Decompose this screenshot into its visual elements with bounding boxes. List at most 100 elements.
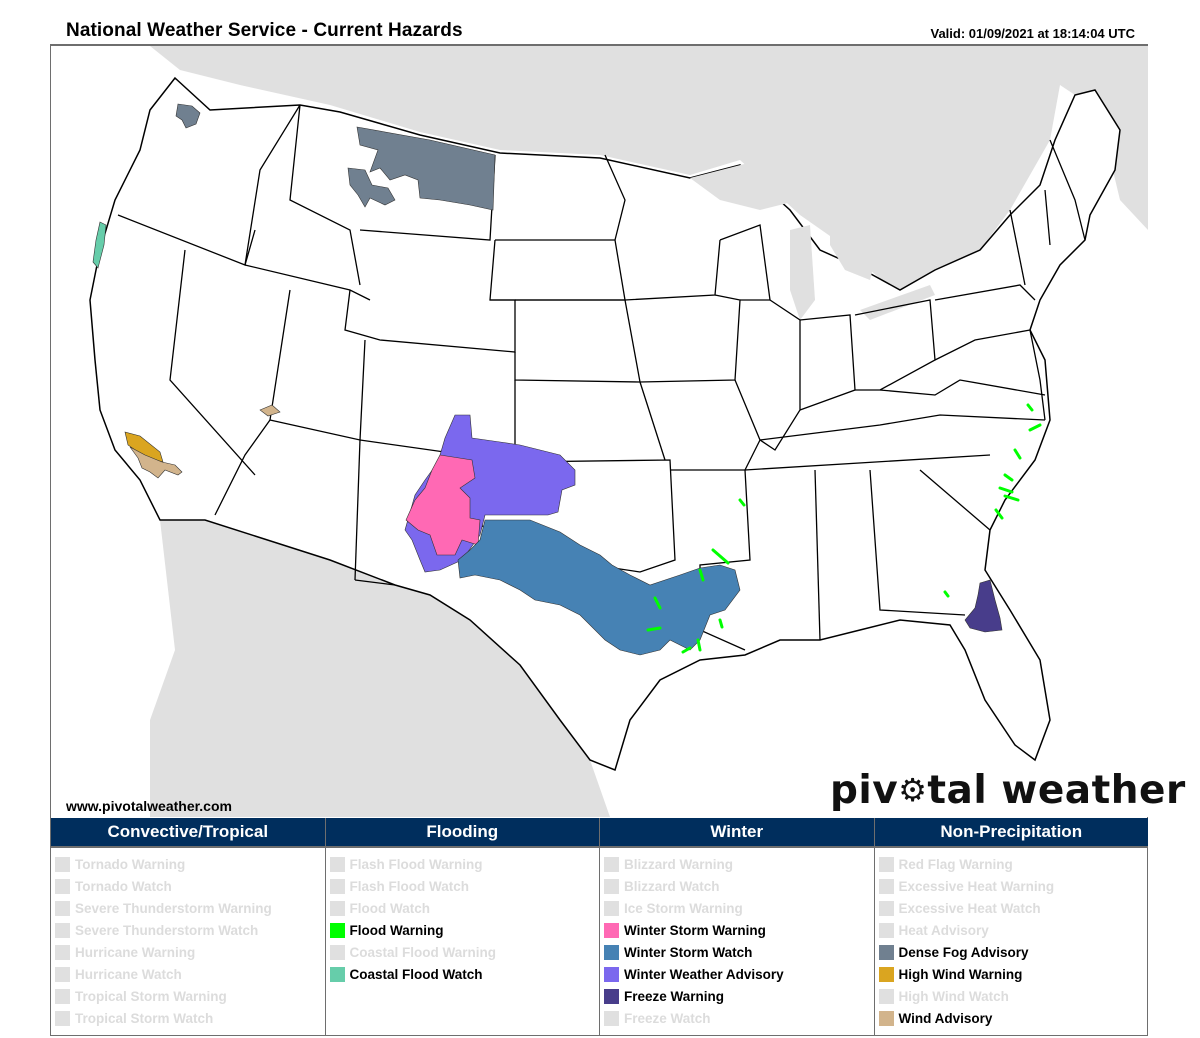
legend-swatch [55,878,70,894]
legend-label: Flood Warning [349,922,444,938]
legend-swatch [55,856,70,872]
legend-label: Flash Flood Watch [349,878,470,894]
legend-item[interactable]: Tornado Warning [55,853,325,875]
legend-swatch [55,922,70,938]
legend-label: Freeze Watch [624,1010,711,1026]
legend-item[interactable]: Severe Thunderstorm Watch [55,919,325,941]
legend-item[interactable]: High Wind Watch [878,985,1149,1007]
page-title: National Weather Service - Current Hazar… [66,20,463,41]
legend-swatch [604,988,619,1004]
valid-time: Valid: 01/09/2021 at 18:14:04 UTC [930,26,1135,41]
legend-swatch [55,988,70,1004]
legend-column-winter: Winter Blizzard Warning Blizzard Watch Ice… [599,818,874,1036]
legend-swatch [329,900,345,916]
legend-header: Non-Precipitation [874,818,1148,848]
legend-header: Winter [600,818,874,848]
legend-item[interactable]: Freeze Watch [604,1007,874,1029]
legend-swatch [55,966,70,982]
legend-swatch [604,966,619,982]
legend-item[interactable]: Winter Weather Advisory [604,963,874,985]
legend-list: Blizzard Warning Blizzard Watch Ice Storm … [600,848,874,1029]
legend-swatch [55,1010,70,1026]
pivotal-weather-logo: piv⚙tal weather [830,768,1186,813]
legend-label: Tornado Warning [75,856,186,872]
legend-header: Convective/Tropical [51,818,325,848]
legend-item[interactable]: High Wind Warning [878,963,1149,985]
legend-label: Wind Advisory [898,1010,993,1026]
legend-swatch [604,1010,619,1026]
legend-swatch [878,856,894,872]
legend-label: Winter Storm Warning [624,922,766,938]
site-url[interactable]: www.pivotalweather.com [66,798,232,814]
legend-swatch [55,900,70,916]
legend-swatch [878,966,894,982]
legend-item[interactable]: Hurricane Watch [55,963,325,985]
legend-item[interactable]: Coastal Flood Watch [329,963,600,985]
legend-swatch [878,922,894,938]
hazard-map[interactable] [51,46,1148,817]
legend-swatch [604,878,619,894]
legend-item[interactable]: Excessive Heat Warning [878,875,1149,897]
legend-item[interactable]: Freeze Warning [604,985,874,1007]
legend-swatch [604,900,619,916]
legend-item[interactable]: Flash Flood Watch [329,875,600,897]
legend-item[interactable]: Ice Storm Warning [604,897,874,919]
legend-item[interactable]: Hurricane Warning [55,941,325,963]
legend-swatch [604,944,619,960]
legend-item[interactable]: Flood Warning [329,919,600,941]
legend-label: Winter Weather Advisory [624,966,784,982]
legend-item[interactable]: Flash Flood Warning [329,853,600,875]
legend-item[interactable]: Blizzard Warning [604,853,874,875]
legend-item[interactable]: Heat Advisory [878,919,1149,941]
legend-label: Excessive Heat Warning [898,878,1055,894]
legend-column-non-precipitation: Non-Precipitation Red Flag Warning Excess… [873,818,1149,1036]
hazard-flood-warning[interactable] [696,638,702,652]
legend-item[interactable]: Flood Watch [329,897,600,919]
legend-list: Tornado Warning Tornado Watch Severe Thund… [51,848,325,1029]
legend-item[interactable]: Tornado Watch [55,875,325,897]
legend-swatch [329,878,345,894]
legend-item[interactable]: Dense Fog Advisory [878,941,1149,963]
legend-swatch [878,944,894,960]
legend-list: Red Flag Warning Excessive Heat Warning Ex… [875,848,1149,1029]
legend-swatch [878,900,894,916]
legend-swatch [878,878,894,894]
legend-header: Flooding [325,818,599,848]
legend-item[interactable]: Coastal Flood Warning [329,941,600,963]
gear-icon: ⚙ [898,771,928,809]
legend-label: Severe Thunderstorm Warning [75,900,272,916]
hazard-flood-warning[interactable] [718,618,724,629]
legend-column-convective: Convective/Tropical Tornado Warning Torna… [51,818,325,1036]
hazard-flood-warning[interactable] [1003,494,1020,502]
legend-label: Tropical Storm Warning [75,988,227,1004]
legend-swatch [604,922,619,938]
hazard-flood-warning[interactable] [646,626,662,632]
logo-text-right: tal weather [927,768,1186,813]
legend-item[interactable]: Tropical Storm Warning [55,985,325,1007]
legend-label: Hurricane Warning [75,944,196,960]
legend-label: Coastal Flood Watch [349,966,483,982]
legend-label: Winter Storm Watch [624,944,753,960]
legend-label: Hurricane Watch [75,966,182,982]
legend-item[interactable]: Excessive Heat Watch [878,897,1149,919]
legend-item[interactable]: Tropical Storm Watch [55,1007,325,1029]
legend-swatch [329,856,345,872]
legend-swatch [55,944,70,960]
legend-label: Tropical Storm Watch [75,1010,214,1026]
legend-item[interactable]: Blizzard Watch [604,875,874,897]
legend-item[interactable]: Winter Storm Warning [604,919,874,941]
legend-label: Freeze Warning [624,988,725,1004]
legend-swatch [329,944,345,960]
legend-item[interactable]: Red Flag Warning [878,853,1149,875]
legend-label: Excessive Heat Watch [898,900,1041,916]
legend-column-flooding: Flooding Flash Flood Warning Flash Flood … [324,818,600,1036]
legend-label: Coastal Flood Warning [349,944,497,960]
legend-item[interactable]: Wind Advisory [878,1007,1149,1029]
hazard-legend: Convective/Tropical Tornado Warning Torna… [51,818,1148,1036]
legend-swatch [329,966,345,982]
legend-item[interactable]: Severe Thunderstorm Warning [55,897,325,919]
logo-text-left: piv [830,768,899,813]
legend-label: Blizzard Warning [624,856,734,872]
legend-item[interactable]: Winter Storm Watch [604,941,874,963]
legend-swatch [329,922,345,938]
